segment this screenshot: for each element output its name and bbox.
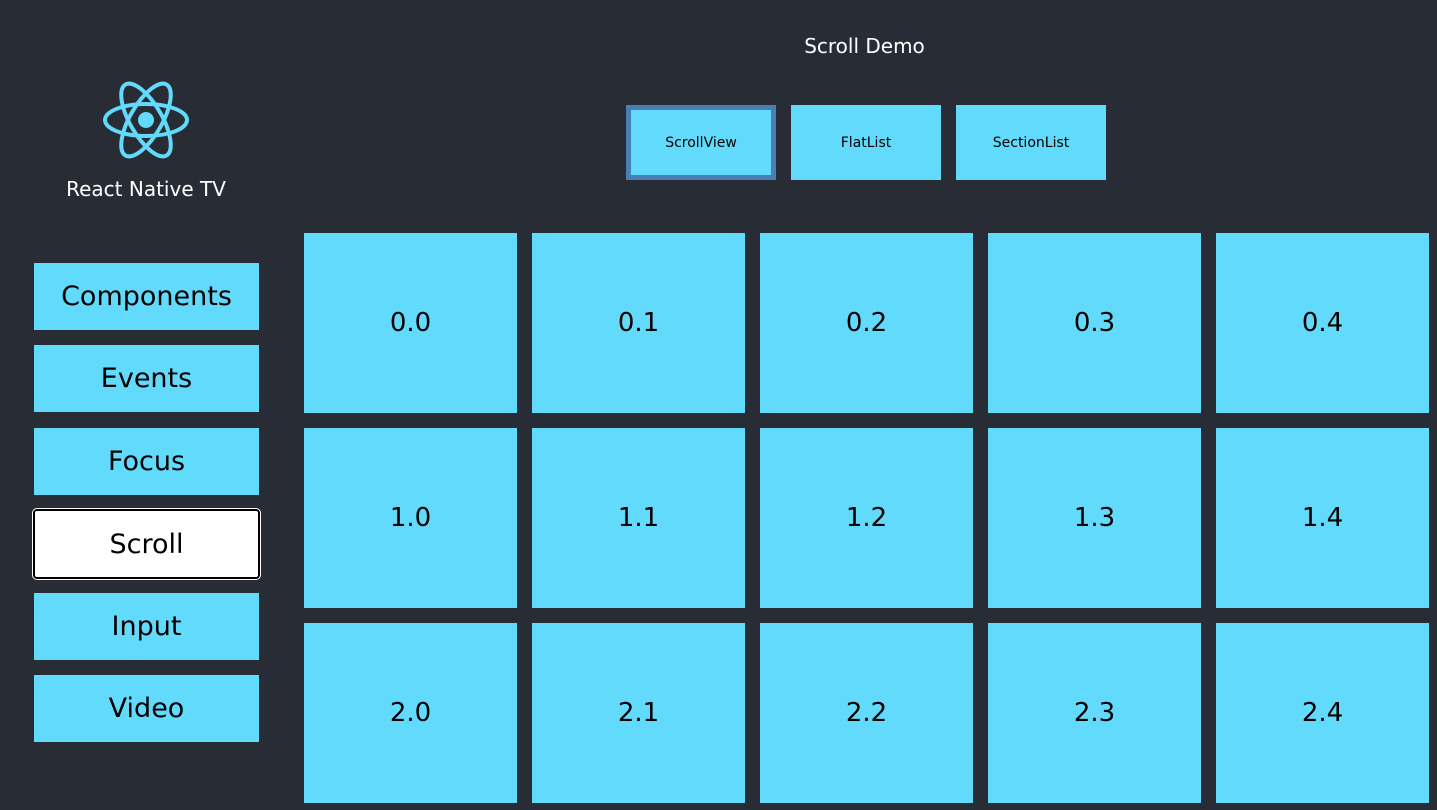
tab-scrollview[interactable]: ScrollView bbox=[626, 105, 776, 180]
tab-flatlist[interactable]: FlatList bbox=[791, 105, 941, 180]
grid-cell[interactable]: 0.1 bbox=[532, 233, 745, 413]
nav-button-focus[interactable]: Focus bbox=[34, 428, 259, 495]
grid-cell[interactable]: 1.0 bbox=[304, 428, 517, 608]
page-title: Scroll Demo bbox=[804, 34, 925, 58]
grid-cell[interactable]: 2.3 bbox=[988, 623, 1201, 803]
grid-cell[interactable]: 0.0 bbox=[304, 233, 517, 413]
grid-cell[interactable]: 1.4 bbox=[1216, 428, 1429, 608]
app-title: React Native TV bbox=[66, 177, 226, 201]
grid-cell[interactable]: 1.2 bbox=[760, 428, 973, 608]
tab-sectionlist[interactable]: SectionList bbox=[956, 105, 1106, 180]
grid-cell[interactable]: 0.4 bbox=[1216, 233, 1429, 413]
grid-cell[interactable]: 0.2 bbox=[760, 233, 973, 413]
nav-button-input[interactable]: Input bbox=[34, 593, 259, 660]
react-atom-icon bbox=[103, 81, 189, 159]
grid-cell[interactable]: 2.2 bbox=[760, 623, 973, 803]
app-window: React Native TV Components Events Focus … bbox=[0, 0, 1437, 810]
sidebar: React Native TV Components Events Focus … bbox=[0, 0, 292, 810]
grid-cell[interactable]: 1.1 bbox=[532, 428, 745, 608]
grid-cell[interactable]: 2.0 bbox=[304, 623, 517, 803]
scroll-grid[interactable]: 0.0 0.1 0.2 0.3 0.4 1.0 1.1 1.2 1.3 1.4 2.0 2.1 2.2 2… bbox=[304, 233, 1437, 810]
grid-cell[interactable]: 2.4 bbox=[1216, 623, 1429, 803]
grid-cell[interactable]: 2.1 bbox=[532, 623, 745, 803]
grid-cell[interactable]: 1.3 bbox=[988, 428, 1201, 608]
grid-cell[interactable]: 0.3 bbox=[988, 233, 1201, 413]
nav-button-components[interactable]: Components bbox=[34, 263, 259, 330]
nav-button-scroll[interactable]: Scroll bbox=[32, 508, 261, 580]
nav-button-events[interactable]: Events bbox=[34, 345, 259, 412]
nav-button-video[interactable]: Video bbox=[34, 675, 259, 742]
